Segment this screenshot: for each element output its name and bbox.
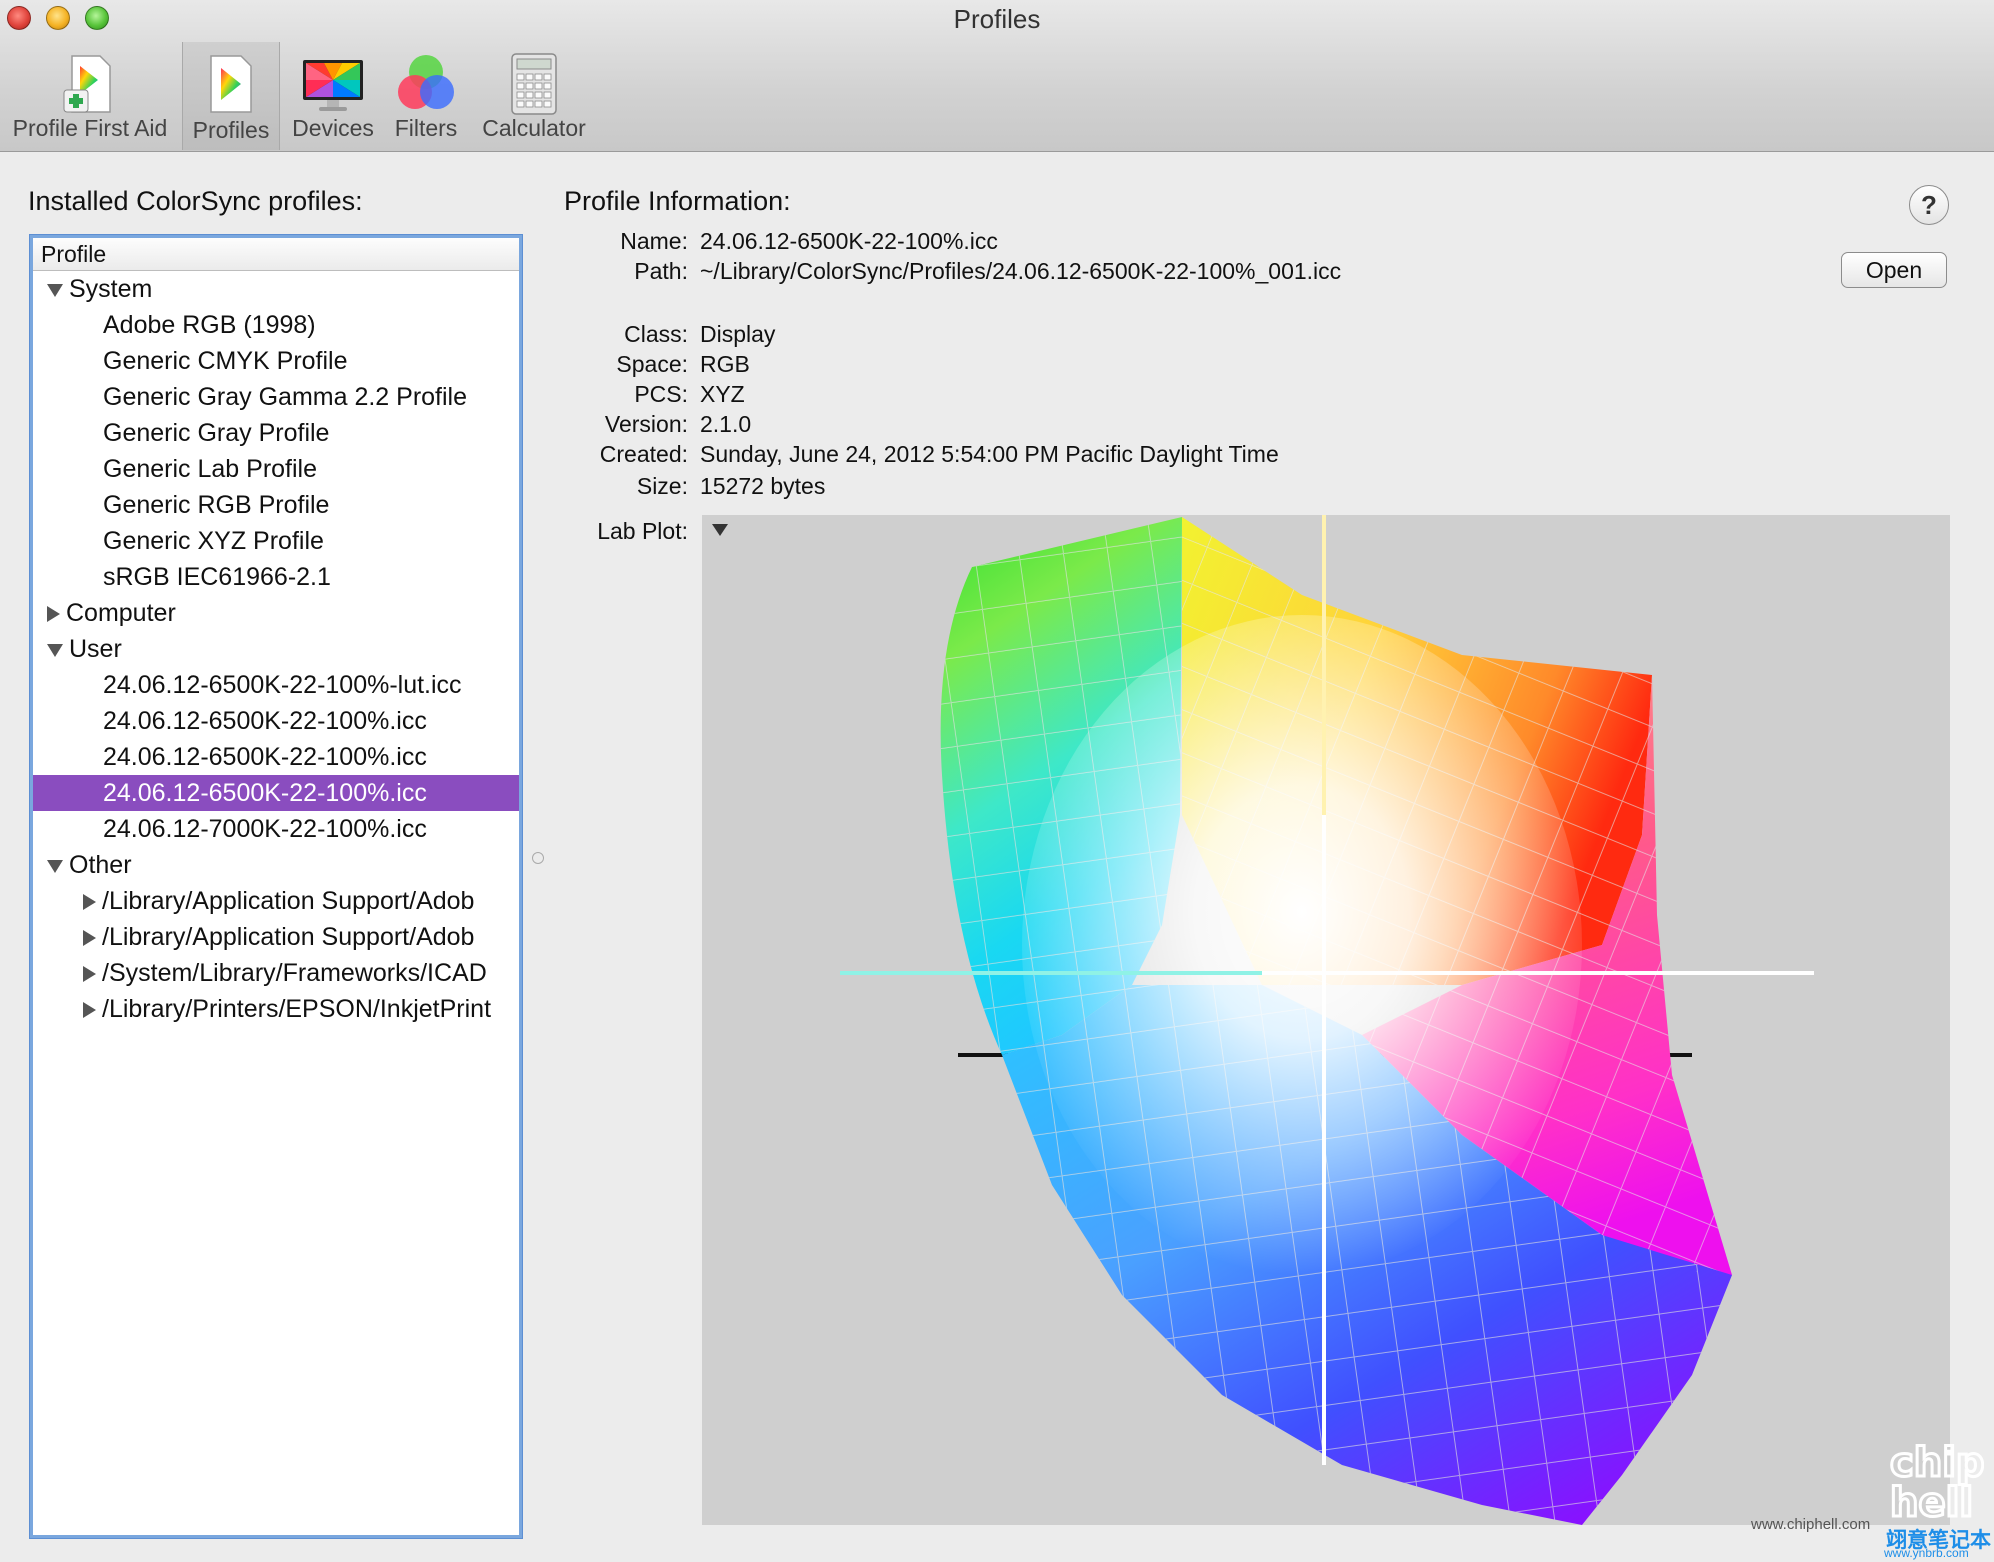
- group-other[interactable]: Other: [33, 847, 519, 883]
- disclosure-triangle-icon[interactable]: [47, 606, 60, 623]
- folder-row[interactable]: /System/Library/Frameworks/ICAD: [33, 955, 519, 991]
- toolbar-label: Profile First Aid: [12, 115, 168, 141]
- toolbar-label: Devices: [292, 115, 374, 141]
- profile-name: 24.06.12-6500K-22-100%.icc: [700, 228, 998, 254]
- plot-options-disclosure-icon[interactable]: [712, 524, 728, 536]
- info-label: Class:: [624, 321, 688, 347]
- toolbar-label: Profiles: [192, 117, 270, 143]
- list-item[interactable]: Generic CMYK Profile: [33, 343, 519, 379]
- toolbar-calculator[interactable]: Calculator: [474, 48, 594, 148]
- lab-plot-view[interactable]: [702, 515, 1950, 1525]
- profile-list[interactable]: Profile System Adobe RGB (1998) Generic …: [30, 235, 522, 1538]
- folder-path: /Library/Printers/EPSON/InkjetPrint: [102, 995, 492, 1023]
- colorsync-window: Profiles Profile First Aid Profiles Devi…: [0, 0, 1994, 1562]
- group-system[interactable]: System: [33, 271, 519, 307]
- toolbar-profile-first-aid[interactable]: Profile First Aid: [2, 48, 178, 148]
- toolbar-label: Calculator: [482, 115, 586, 141]
- split-view-handle[interactable]: [532, 852, 544, 864]
- info-label: Space:: [616, 351, 688, 377]
- folder-row[interactable]: /Library/Application Support/Adob: [33, 883, 519, 919]
- list-item[interactable]: 24.06.12-6500K-22-100%.icc: [33, 739, 519, 775]
- disclosure-triangle-icon[interactable]: [83, 894, 96, 911]
- list-item[interactable]: Generic RGB Profile: [33, 487, 519, 523]
- info-label: Name:: [620, 228, 688, 254]
- open-button[interactable]: Open: [1841, 252, 1947, 288]
- help-button[interactable]: ?: [1909, 185, 1949, 225]
- group-label: System: [69, 275, 153, 303]
- chiphell-logo-icon: chip hell: [1889, 1440, 1985, 1520]
- group-computer[interactable]: Computer: [33, 595, 519, 631]
- toolbar-label: Filters: [394, 115, 458, 141]
- info-label: Created:: [599, 441, 688, 467]
- folder-path: /Library/Application Support/Adob: [102, 887, 475, 915]
- group-label: Other: [69, 851, 132, 879]
- list-item[interactable]: Generic XYZ Profile: [33, 523, 519, 559]
- disclosure-triangle-icon[interactable]: [47, 643, 63, 657]
- info-label: PCS:: [634, 381, 688, 407]
- list-item[interactable]: Generic Gray Profile: [33, 415, 519, 451]
- profile-class: Display: [700, 321, 776, 347]
- profile-space: RGB: [700, 351, 750, 377]
- lab-gamut-plot: [840, 515, 1814, 1525]
- info-label: Version:: [604, 411, 688, 437]
- toolbar-profiles[interactable]: Profiles: [182, 42, 280, 150]
- profile-pcs: XYZ: [700, 381, 745, 407]
- first-aid-icon: [63, 55, 111, 113]
- list-item[interactable]: Generic Lab Profile: [33, 451, 519, 487]
- folder-path: /System/Library/Frameworks/ICAD: [102, 959, 487, 987]
- info-label: Size:: [636, 473, 688, 499]
- group-user[interactable]: User: [33, 631, 519, 667]
- profiles-icon: [210, 55, 252, 113]
- disclosure-triangle-icon[interactable]: [83, 966, 96, 983]
- title-toolbar: Profiles Profile First Aid Profiles Devi…: [0, 0, 1994, 152]
- folder-row[interactable]: /Library/Application Support/Adob: [33, 919, 519, 955]
- group-label: User: [69, 635, 122, 663]
- toolbar-filters[interactable]: Filters: [386, 48, 466, 148]
- group-label: Computer: [66, 599, 176, 627]
- disclosure-triangle-icon[interactable]: [47, 859, 63, 873]
- disclosure-triangle-icon[interactable]: [47, 283, 63, 297]
- folder-row[interactable]: /Library/Printers/EPSON/InkjetPrint: [33, 991, 519, 1027]
- profile-created: Sunday, June 24, 2012 5:54:00 PM Pacific…: [700, 441, 1279, 467]
- folder-path: /Library/Application Support/Adob: [102, 923, 475, 951]
- installed-profiles-title: Installed ColorSync profiles:: [28, 186, 363, 216]
- svg-text:hell: hell: [1890, 1480, 1973, 1520]
- info-label: Path:: [634, 258, 688, 284]
- column-header-profile[interactable]: Profile: [33, 238, 519, 271]
- disclosure-triangle-icon[interactable]: [83, 930, 96, 947]
- list-item[interactable]: Adobe RGB (1998): [33, 307, 519, 343]
- gamut-neutral-highlight: [1022, 615, 1582, 1275]
- profile-path: ~/Library/ColorSync/Profiles/24.06.12-65…: [700, 258, 1342, 284]
- disclosure-triangle-icon[interactable]: [83, 1002, 96, 1019]
- calculator-icon: [511, 53, 557, 115]
- list-item[interactable]: Generic Gray Gamma 2.2 Profile: [33, 379, 519, 415]
- list-item[interactable]: 24.06.12-7000K-22-100%.icc: [33, 811, 519, 847]
- display-icon: [303, 60, 363, 111]
- profile-version: 2.1.0: [700, 411, 752, 437]
- watermark-site2: www.ynbrb.com: [1884, 1546, 1969, 1560]
- list-item[interactable]: 24.06.12-6500K-22-100%.icc: [33, 703, 519, 739]
- list-item[interactable]: sRGB IEC61966-2.1: [33, 559, 519, 595]
- window-title: Profiles: [953, 4, 1041, 34]
- info-label: Lab Plot:: [597, 518, 688, 544]
- profile-info-title: Profile Information:: [564, 186, 791, 216]
- filters-icon: [398, 55, 454, 109]
- list-item-selected[interactable]: 24.06.12-6500K-22-100%.icc: [33, 775, 519, 811]
- profile-size: 15272 bytes: [700, 473, 826, 499]
- list-item[interactable]: 24.06.12-6500K-22-100%-lut.icc: [33, 667, 519, 703]
- toolbar-devices[interactable]: Devices: [286, 48, 380, 148]
- watermark-site: www.chiphell.com: [1751, 1516, 1871, 1533]
